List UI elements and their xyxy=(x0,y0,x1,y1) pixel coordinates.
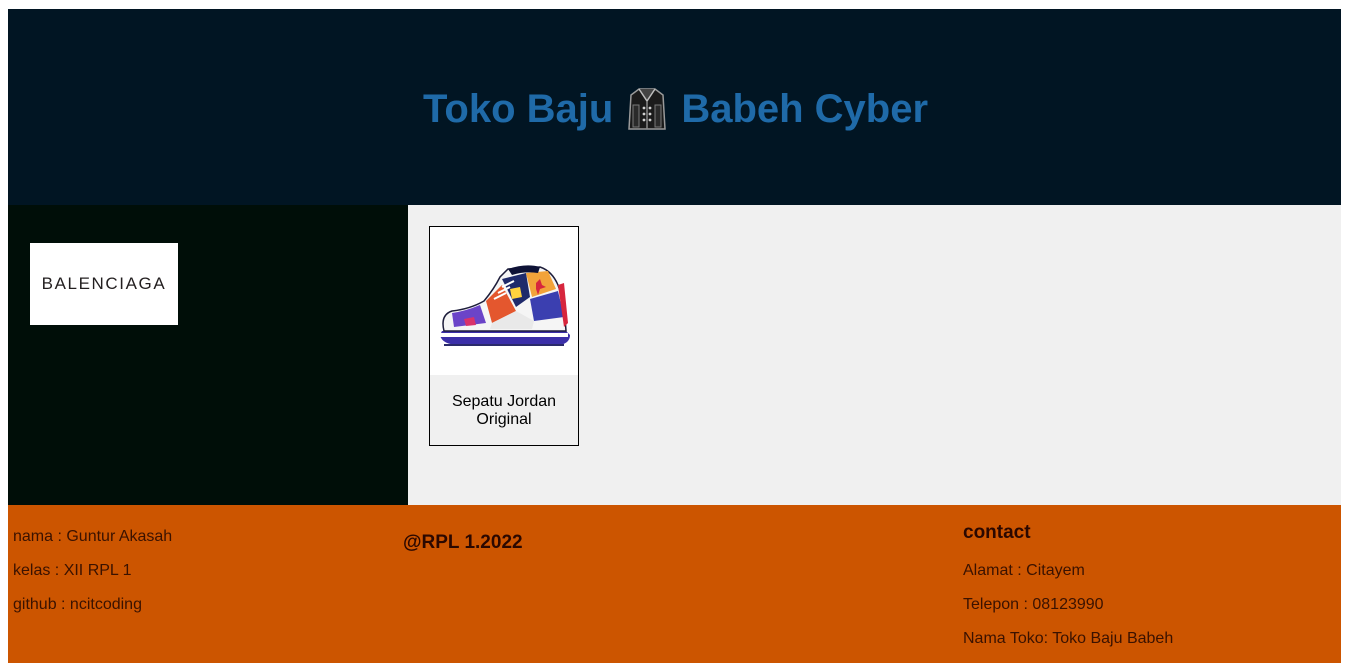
sidebar: BALENCIAGA xyxy=(8,205,408,505)
contact-telepon: Telepon : 08123990 xyxy=(963,596,1104,613)
footer-nama: nama : Guntur Akasah xyxy=(13,528,173,545)
site-title: Toko Baju Babeh Cyber xyxy=(423,87,928,132)
contact-nama-toko: Nama Toko: Toko Baju Babeh xyxy=(963,630,1174,647)
product-area: Sepatu Jordan Original xyxy=(408,205,1341,505)
jacket-icon xyxy=(627,87,667,131)
footer-kelas: kelas : XII RPL 1 xyxy=(13,562,132,579)
product-name: Sepatu Jordan Original xyxy=(451,393,557,428)
product-card[interactable]: Sepatu Jordan Original xyxy=(429,226,579,446)
contact-alamat: Alamat : Citayem xyxy=(963,562,1085,579)
footer-github: github : ncitcoding xyxy=(13,596,142,613)
contact-title: contact xyxy=(963,522,1031,543)
site-title-left: Toko Baju xyxy=(422,86,614,131)
footer-copyright: @RPL 1.2022 xyxy=(403,532,523,553)
site-footer: nama : Guntur Akasah kelas : XII RPL 1 g… xyxy=(8,505,1341,663)
balenciaga-logo[interactable]: BALENCIAGA xyxy=(30,243,178,325)
brand-logo-text: BALENCIAGA xyxy=(41,274,167,293)
site-header: Toko Baju Babeh Cyber xyxy=(8,9,1341,205)
site-title-right: Babeh Cyber xyxy=(681,86,929,131)
sneaker-image xyxy=(430,227,578,375)
